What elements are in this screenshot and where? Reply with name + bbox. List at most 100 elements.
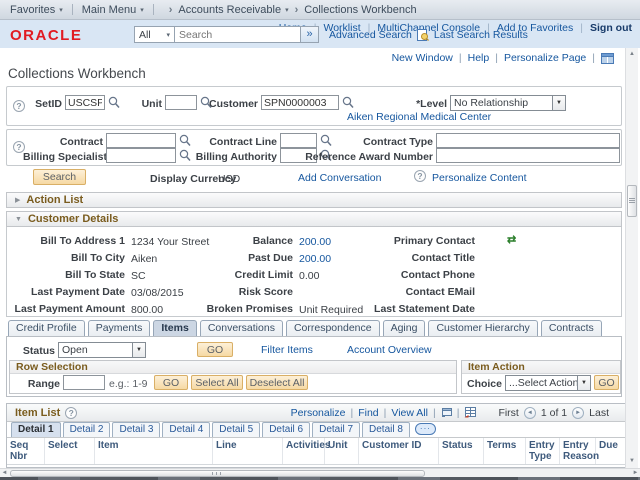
pager-next-icon[interactable]: ► [572,406,585,419]
range-input[interactable] [63,375,105,390]
zoom-grid-icon[interactable] [441,407,452,418]
download-grid-icon[interactable] [464,407,477,418]
horizontal-scrollbar-thumb[interactable] [10,470,425,477]
past-due-label: Past Due [248,252,293,264]
horizontal-scrollbar[interactable]: ◄ ► [0,468,640,477]
detail-tab-7[interactable]: Detail 7 [312,422,361,437]
pager-prev-icon[interactable]: ◄ [523,406,536,419]
detail-tab-1[interactable]: Detail 1 [11,422,61,437]
item-action-groupbox: Item Action Choice ...Select Action ▼ GO [461,360,621,394]
customer-input[interactable] [261,95,339,110]
status-select[interactable]: Open ▼ [58,342,146,358]
toolbar-divider: | [456,406,460,419]
col-unit: Unit [325,438,359,464]
customer-search-box: ? SetID Unit Customer Aiken Regional Med… [6,86,622,126]
show-all-columns-icon[interactable]: ··· [414,423,436,435]
col-line: Line [213,438,283,464]
choice-label: Choice [466,378,502,390]
scroll-down-icon[interactable]: ▼ [626,456,638,467]
tab-correspondence[interactable]: Correspondence [285,320,380,336]
billing-specialist-label: Billing Specialist [23,151,108,163]
account-overview-link[interactable]: Account Overview [347,344,432,356]
detail-tab-4[interactable]: Detail 4 [162,422,211,437]
personalize-page-link[interactable]: Personalize Page [504,52,586,64]
detail-tab-5[interactable]: Detail 5 [212,422,261,437]
search-submit-button[interactable]: » [301,26,319,43]
vertical-scrollbar-thumb[interactable] [627,185,637,217]
tab-conversations[interactable]: Conversations [199,320,283,336]
add-conversation-link[interactable]: Add Conversation [298,172,381,184]
view-all-link[interactable]: View All [391,407,428,419]
help-icon[interactable]: ? [13,100,25,112]
customer-details-section-header[interactable]: ▼ Customer Details [6,211,622,227]
action-list-section-header[interactable]: ▶ Action List [6,192,622,208]
search-scope-select[interactable]: All ▾ [134,26,175,43]
scroll-left-icon[interactable]: ◄ [0,469,9,477]
help-link[interactable]: Help [468,52,490,64]
action-list-title: Action List [26,194,84,206]
transfer-to-contact-icon[interactable]: ⇄ [507,234,516,246]
find-link[interactable]: Find [358,407,378,419]
breadcrumb-main-menu[interactable]: Main Menu ▾ [82,4,144,16]
tab-credit-profile[interactable]: Credit Profile [8,320,85,336]
choice-select[interactable]: ...Select Action ▼ [505,375,591,391]
range-go-button[interactable]: GO [154,375,188,390]
select-all-button[interactable]: Select All [191,375,243,390]
item-action-go-button[interactable]: GO [594,375,619,390]
scroll-up-icon[interactable]: ▲ [626,49,638,60]
bill-to-state-value: SC [131,270,146,282]
help-icon[interactable]: ? [65,406,78,419]
contract-type-input[interactable] [436,133,620,148]
last-search-results-link[interactable]: Last Search Results [434,29,528,41]
last-payment-amount-label: Last Payment Amount [14,303,125,315]
detail-tab-3[interactable]: Detail 3 [112,422,161,437]
sign-out-link[interactable]: Sign out [590,22,632,34]
tab-items[interactable]: Items [153,320,197,336]
personalize-grid-link[interactable]: Personalize [291,407,346,419]
personalize-content-link[interactable]: Personalize Content [432,172,527,184]
tab-contracts[interactable]: Contracts [540,320,602,336]
scroll-right-icon[interactable]: ► [631,469,640,477]
detail-tab-8[interactable]: Detail 8 [362,422,410,437]
deselect-all-button[interactable]: Deselect All [246,375,308,390]
reference-award-input[interactable] [436,148,620,163]
status-go-button[interactable]: GO [197,342,233,357]
breadcrumb-collections-workbench[interactable]: Collections Workbench [304,4,416,16]
help-icon[interactable]: ? [414,170,426,182]
detail-tab-2[interactable]: Detail 2 [62,422,111,437]
contract-type-label: Contract Type [363,136,433,148]
search-input[interactable] [175,26,301,43]
breadcrumb-favorites[interactable]: Favorites ▾ [10,4,63,16]
detail-tab-6[interactable]: Detail 6 [262,422,311,437]
bill-to-state-label: Bill To State [65,269,125,281]
tab-aging[interactable]: Aging [382,320,426,336]
breadcrumb-chevron-icon: › [294,3,299,16]
vertical-scrollbar[interactable]: ▲ ▼ [625,48,638,468]
personalize-page-icon[interactable] [601,52,614,64]
level-select[interactable]: No Relationship ▼ [450,95,566,111]
col-activities: Activities [283,438,330,464]
new-window-link[interactable]: New Window [392,52,453,64]
links-divider: | [592,52,595,64]
tab-customer-hierarchy[interactable]: Customer Hierarchy [428,320,538,336]
pager-position: 1 of 1 [540,406,568,419]
customer-name-link[interactable]: Aiken Regional Medical Center [347,111,491,123]
setid-input[interactable] [65,95,105,110]
breadcrumb-main-menu-label: Main Menu [81,3,137,16]
last-payment-date-label: Last Payment Date [31,286,125,298]
global-search: All ▾ » Advanced Search Last Search Resu… [134,26,528,43]
bill-to-city-label: Bill To City [70,252,125,264]
past-due-value-link[interactable]: 200.00 [299,252,331,266]
tab-payments[interactable]: Payments [87,320,151,336]
advanced-search-link[interactable]: Advanced Search [329,29,412,41]
breadcrumb-accounts-receivable[interactable]: Accounts Receivable ▾ [178,4,288,16]
filter-items-link[interactable]: Filter Items [261,344,313,356]
setid-label: SetID [35,98,62,110]
customer-lookup-icon[interactable] [342,96,354,109]
banner: ORACLE Home| Worklist| MultiChannel Cons… [0,20,640,48]
col-seq-nbr: Seq Nbr [7,438,45,464]
search-button[interactable]: Search [33,169,86,185]
contract-input[interactable] [106,133,176,148]
billing-specialist-input[interactable] [106,148,176,163]
balance-value-link[interactable]: 200.00 [299,235,331,249]
